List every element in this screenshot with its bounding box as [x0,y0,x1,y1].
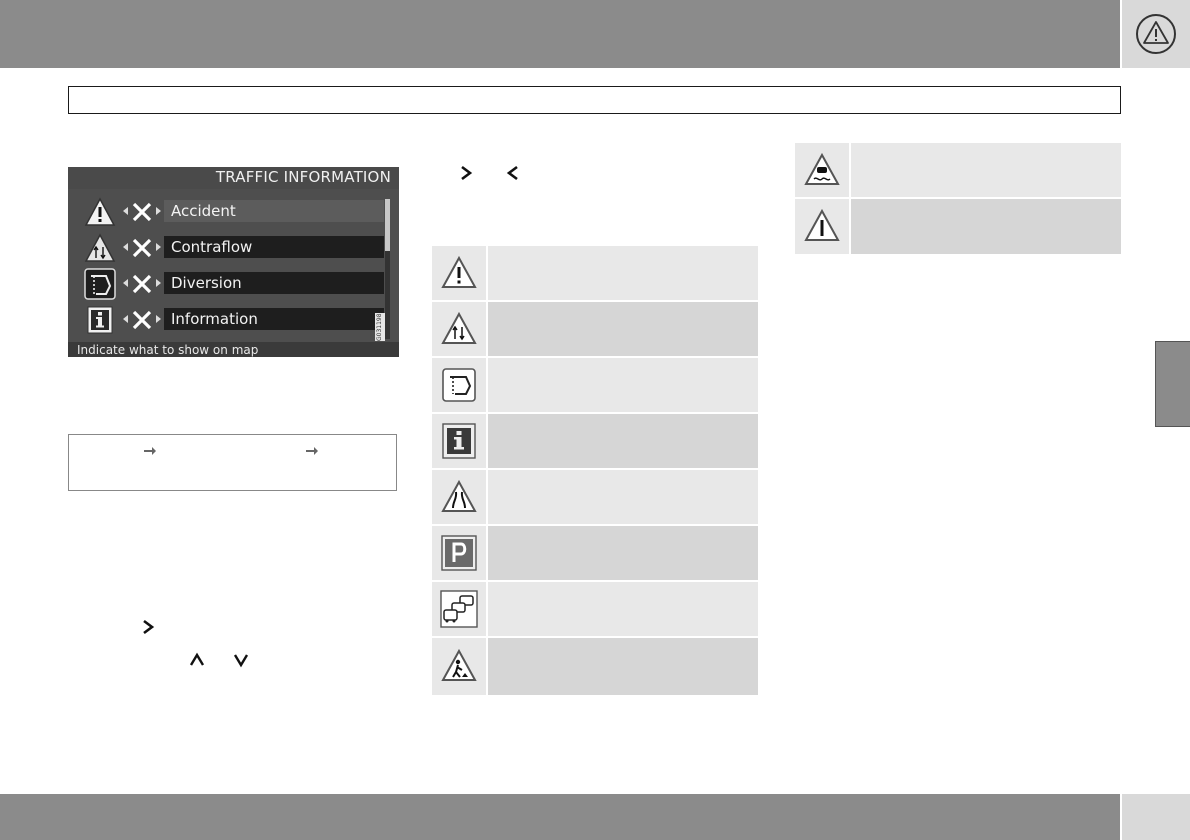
warning-triangle-icon [441,255,477,288]
footer-bar [0,794,1120,840]
row-label: Accident [164,200,384,222]
right-arrow-icon[interactable] [156,315,161,323]
symbol-description [851,143,1121,197]
symbol-cell [432,302,486,356]
slippery-road-icon [804,152,840,185]
symbol-cell [432,526,486,580]
cross-icon[interactable] [130,200,154,224]
chapter-tab [1155,341,1190,427]
symbols-table [432,246,758,695]
parking-icon [441,535,477,571]
symbol-cell [432,414,486,468]
left-arrow-icon[interactable] [123,279,128,287]
symbol-cell [432,358,486,412]
screen-row-information[interactable]: Information [68,302,399,338]
menu-path-box [68,434,397,491]
chevron-up-icon [189,652,205,666]
header-bar [0,0,1120,68]
row-label: Information [164,308,384,330]
left-arrow-icon[interactable] [123,315,128,323]
screen-hint: Indicate what to show on map [77,343,259,357]
symbol-cell [432,246,486,300]
cross-icon[interactable] [130,272,154,296]
symbol-cell [795,143,849,197]
right-arrow-icon[interactable] [156,243,161,251]
chevron-right-icon [143,619,155,635]
arrow-right-icon [306,447,318,455]
symbol-description [488,358,758,412]
general-danger-icon [804,208,840,241]
screen-row-accident[interactable]: Accident [68,194,399,230]
screen-row-contraflow[interactable]: Contraflow [68,230,399,266]
roadworks-icon [441,648,477,681]
figure-code: G031198 [375,313,385,341]
symbol-description [488,414,758,468]
scrollbar[interactable] [385,199,390,339]
symbols-table-right [795,143,1121,254]
diversion-icon [442,368,476,402]
section-title-box [68,86,1121,114]
diversion-icon [84,268,116,300]
symbol-cell [795,199,849,254]
traffic-queue-icon [440,590,478,628]
scrollbar-thumb[interactable] [385,199,390,251]
contraflow-icon [84,233,116,262]
symbol-description [488,246,758,300]
right-arrow-icon[interactable] [156,207,161,215]
screen-row-diversion[interactable]: Diversion [68,266,399,302]
arrow-right-icon [144,447,156,455]
contraflow-icon [441,311,477,344]
row-label: Contraflow [164,236,384,258]
row-label: Diversion [164,272,384,294]
information-icon [442,423,476,459]
symbol-description [488,638,758,695]
symbol-description [488,470,758,524]
information-icon [87,306,113,334]
left-arrow-icon[interactable] [123,243,128,251]
screen-title: TRAFFIC INFORMATION [215,168,391,186]
cross-icon[interactable] [130,236,154,260]
cross-icon[interactable] [130,308,154,332]
symbol-cell [432,470,486,524]
chevron-down-icon [233,654,249,668]
road-narrows-icon [441,479,477,512]
warning-triangle-icon [84,197,116,226]
warning-triangle-icon [1136,14,1176,54]
footer-side-panel [1122,794,1190,840]
traffic-info-screen: TRAFFIC INFORMATION Accident Contraflow [68,167,399,357]
symbol-description [488,302,758,356]
symbol-description [851,199,1121,254]
chevron-right-icon [461,165,473,181]
symbol-cell [432,638,486,695]
symbol-description [488,582,758,636]
symbol-description [488,526,758,580]
symbol-cell [432,582,486,636]
left-arrow-icon[interactable] [123,207,128,215]
right-arrow-icon[interactable] [156,279,161,287]
chevron-left-icon [506,165,518,181]
